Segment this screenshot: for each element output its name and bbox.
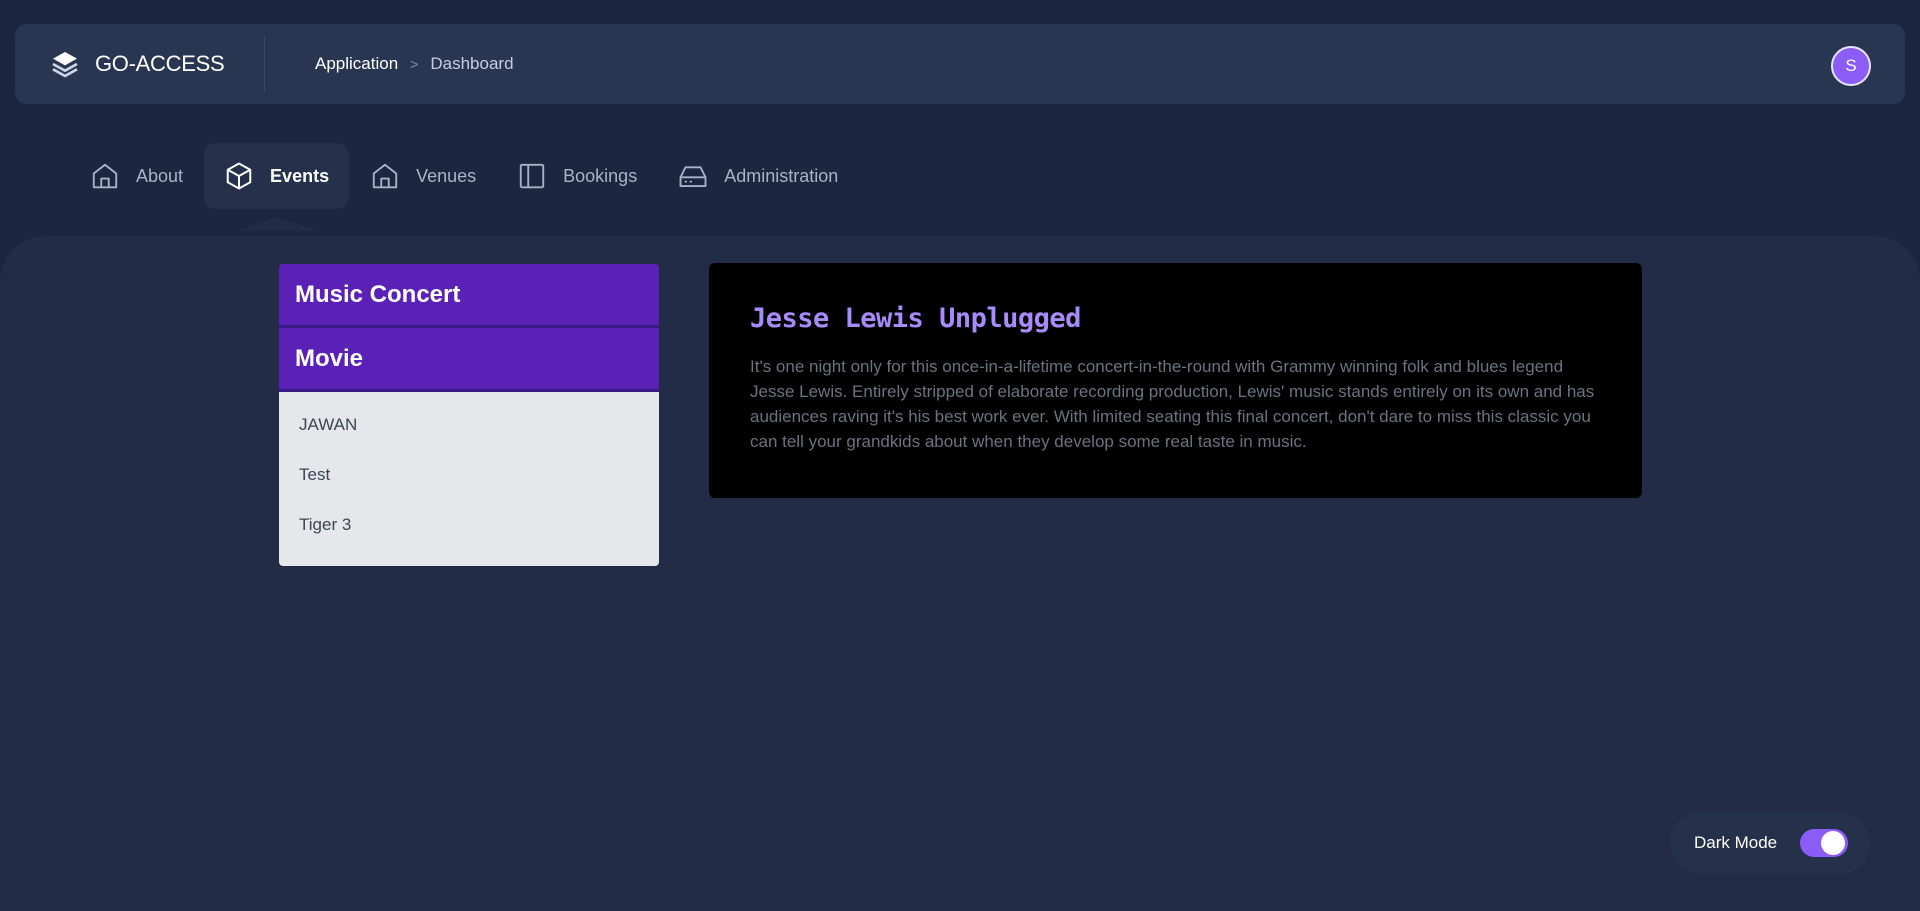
nav-item-about[interactable]: About [70,143,203,209]
drive-icon [679,166,707,187]
dark-mode-toggle[interactable] [1800,829,1848,857]
brand-name: GO-ACCESS [95,51,225,76]
home-icon [92,163,118,189]
home-icon [372,163,398,189]
nav-item-bookings[interactable]: Bookings [497,143,657,209]
dark-mode-label: Dark Mode [1694,833,1778,852]
toggle-knob [1821,831,1845,855]
event-item-jawan[interactable]: JAWAN [279,400,659,450]
layers-icon [52,52,78,78]
nav-item-venues[interactable]: Venues [350,143,496,209]
avatar[interactable]: S [1831,46,1871,86]
panel-icon [519,163,545,189]
nav-item-label: Administration [724,165,839,186]
nav-item-label: Venues [416,165,477,186]
event-description: It's one night only for this once-in-a-l… [750,357,1595,451]
brand[interactable]: GO-ACCESS [15,36,265,92]
nav-item-label: Events [270,165,330,186]
breadcrumb-application[interactable]: Application [315,54,398,74]
nav-item-events[interactable]: Events [204,143,350,209]
nav-item-administration[interactable]: Administration [658,143,858,209]
movie-event-list: JAWAN Test Tiger 3 [279,392,659,566]
dark-mode-control: Dark Mode [1670,812,1870,874]
nav-item-label: About [136,165,184,186]
event-category-list: Music Concert Movie JAWAN Test Tiger 3 [279,264,659,566]
event-item-tiger-3[interactable]: Tiger 3 [279,500,659,550]
event-detail-card: Jesse Lewis Unplugged It's one night onl… [709,263,1642,498]
breadcrumb-separator: > [410,56,419,72]
top-header: GO-ACCESS Application > Dashboard S [15,24,1905,104]
event-title: Jesse Lewis Unplugged [750,303,1081,334]
category-music-concert[interactable]: Music Concert [279,264,659,328]
category-movie[interactable]: Movie [279,328,659,392]
main-nav: About Events Venues Bookings Administrat… [70,143,859,209]
breadcrumb: Application > Dashboard [315,54,514,74]
event-item-test[interactable]: Test [279,450,659,500]
breadcrumb-dashboard[interactable]: Dashboard [430,54,513,74]
nav-item-label: Bookings [563,165,638,186]
cube-icon [226,162,252,190]
